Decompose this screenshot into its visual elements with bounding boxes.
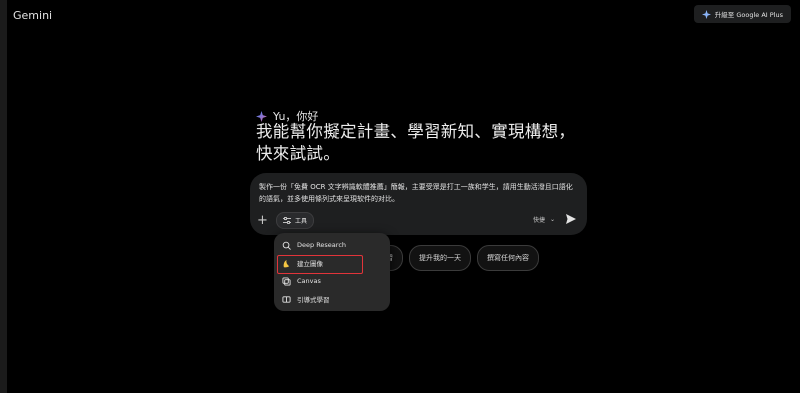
mode-label: 快捷 [532, 217, 545, 224]
upgrade-button[interactable]: 升級至 Google AI Plus [693, 5, 791, 23]
add-icon[interactable]: + [257, 214, 268, 227]
menu-item-guided-learning[interactable]: 引導式學習 [282, 291, 382, 307]
tools-button[interactable]: 工具 [276, 212, 315, 229]
chip-write[interactable]: 撰寫任何內容 [477, 245, 539, 271]
tools-label: 工具 [295, 218, 308, 225]
mode-selector[interactable]: 快捷 ⌄ [533, 215, 555, 224]
menu-item-label: Canvas [297, 277, 321, 285]
gemini-sparkle-icon [256, 110, 267, 122]
tools-menu: Deep Research 建立圖像 Canvas 引導式學習 [274, 233, 390, 311]
chevron-down-icon: ⌄ [549, 216, 555, 223]
guided-learning-icon [282, 295, 291, 303]
menu-item-label: 引導式學習 [297, 296, 330, 304]
prompt-input[interactable]: 製作一份「免費 OCR 文字辨識軟體推薦」簡報，主要受眾是打工一族和学生，請用生… [259, 181, 574, 205]
menu-item-label: Deep Research [297, 241, 347, 249]
side-rail [0, 0, 7, 393]
highlight-box [277, 255, 363, 274]
headline: 我能幫你擬定計畫、學習新知、實現構想，快來試試。 [256, 122, 576, 163]
sliders-icon [283, 217, 291, 224]
app-title: Gemini [13, 9, 53, 22]
menu-item-canvas[interactable]: Canvas [282, 273, 382, 289]
send-icon[interactable] [565, 213, 577, 225]
canvas-icon [282, 276, 291, 286]
deep-research-icon [282, 241, 291, 250]
upgrade-label: 升級至 Google AI Plus [714, 11, 783, 19]
sparkle-icon [701, 9, 711, 19]
prompt-composer[interactable]: 製作一份「免費 OCR 文字辨識軟體推薦」簡報，主要受眾是打工一族和学生，請用生… [250, 173, 587, 235]
menu-item-deep-research[interactable]: Deep Research [282, 237, 382, 253]
chip-improve-day[interactable]: 提升我的一天 [409, 245, 471, 271]
